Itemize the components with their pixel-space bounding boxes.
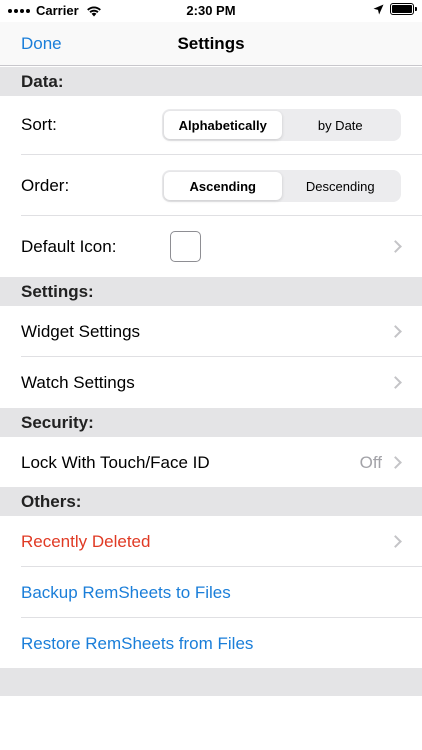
section-title-data: Data: [21,72,64,91]
default-icon-row[interactable]: Default Icon: [0,216,422,277]
chevron-right-icon [389,240,402,253]
chevron-right-icon [389,535,402,548]
default-icon-preview [170,231,201,262]
bottom-area [0,696,422,750]
chevron-right-icon [389,325,402,338]
default-icon-label: Default Icon: [21,237,117,256]
navigation-bar: Done Settings [0,22,422,66]
status-right [373,3,417,15]
section-title-others: Others: [21,492,82,511]
status-bar: Carrier 2:30 PM [0,0,422,22]
section-header-settings: Settings: [0,277,422,306]
recently-deleted-row[interactable]: Recently Deleted [0,516,422,567]
lock-touch-face-id-row[interactable]: Lock With Touch/Face ID Off [0,437,422,487]
recently-deleted-label: Recently Deleted [21,532,151,551]
sort-segmented-control[interactable]: Alphabetically by Date [162,109,401,141]
order-option-descending[interactable]: Descending [282,172,400,200]
battery-icon [390,3,417,15]
backup-row[interactable]: Backup RemSheets to Files [0,567,422,618]
sort-label: Sort: [21,115,57,134]
order-option-ascending[interactable]: Ascending [164,172,282,200]
section-header-others: Others: [0,487,422,516]
table-footer [0,668,422,696]
section-header-data: Data: [0,67,422,96]
chevron-right-icon [389,456,402,469]
section-title-settings: Settings: [21,282,94,301]
location-arrow-icon [373,4,384,14]
lock-touch-face-id-label: Lock With Touch/Face ID [21,453,210,472]
sort-option-by-date[interactable]: by Date [282,111,400,139]
order-label: Order: [21,176,70,195]
status-time: 2:30 PM [186,3,236,18]
order-segmented-control[interactable]: Ascending Descending [162,170,401,202]
widget-settings-label: Widget Settings [21,322,141,341]
restore-from-files-link[interactable]: Restore RemSheets from Files [21,634,253,654]
sort-row: Sort: Alphabetically by Date [0,96,422,155]
page-title: Settings [177,34,245,53]
lock-status-value: Off [359,453,382,472]
restore-row[interactable]: Restore RemSheets from Files [0,618,422,668]
order-row: Order: Ascending Descending [0,155,422,216]
sort-option-alphabetically[interactable]: Alphabetically [164,111,282,139]
section-header-security: Security: [0,408,422,437]
section-title-security: Security: [21,413,94,432]
watch-settings-label: Watch Settings [21,373,135,392]
chevron-right-icon [389,376,402,389]
watch-settings-row[interactable]: Watch Settings [0,357,422,408]
backup-to-files-link[interactable]: Backup RemSheets to Files [21,583,231,603]
widget-settings-row[interactable]: Widget Settings [0,306,422,357]
